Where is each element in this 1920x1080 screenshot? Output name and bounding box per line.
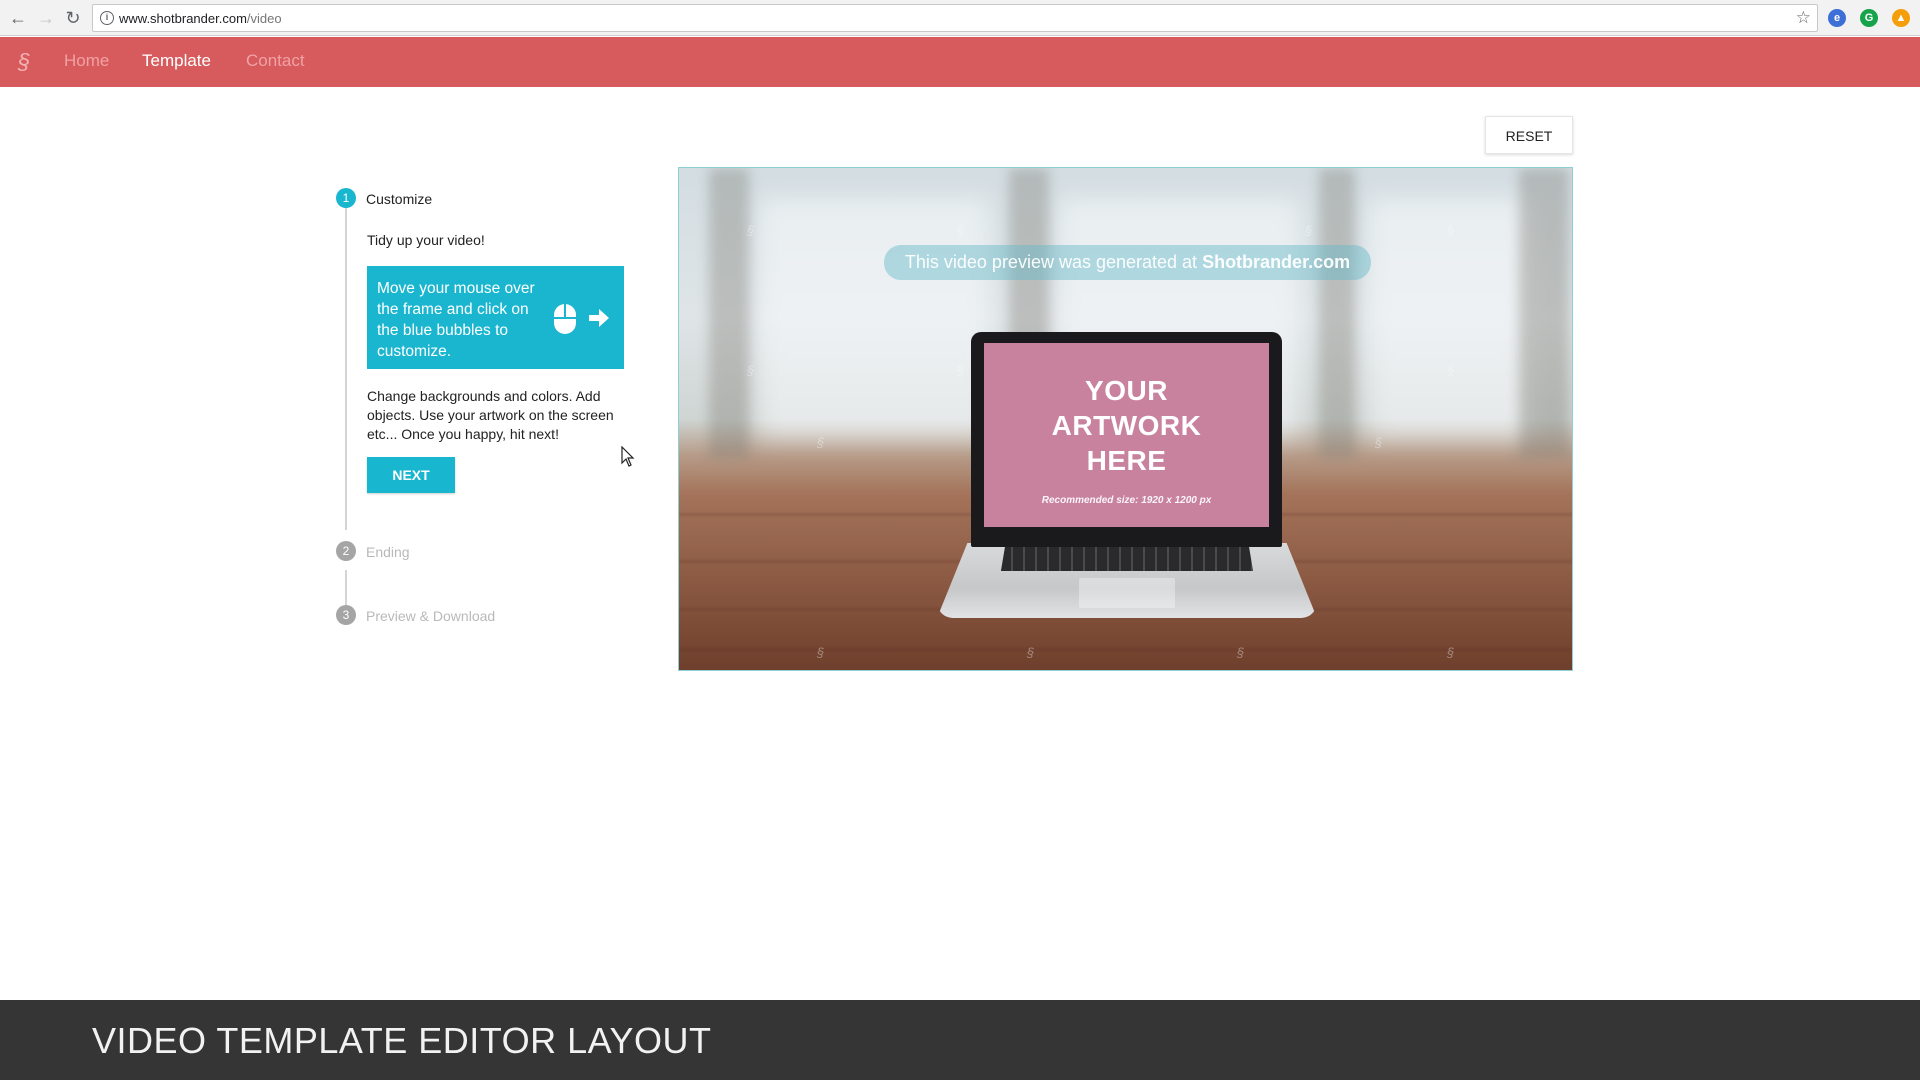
customize-hint-box: Move your mouse over the frame and click… — [367, 266, 624, 369]
artwork-line: HERE — [1086, 445, 1167, 476]
step-2-badge[interactable]: 2 — [336, 541, 356, 561]
video-preview-frame[interactable]: § § § § § § § § § § § § § This video pre… — [678, 167, 1573, 671]
back-arrow-icon[interactable]: ← — [6, 6, 30, 30]
preview-watermark: This video preview was generated at Shot… — [884, 245, 1371, 280]
background-pillar — [1519, 168, 1569, 458]
browser-toolbar: ← → ↻ i www.shotbrander.com/video ☆ e G … — [0, 0, 1920, 36]
nav-link-home[interactable]: Home — [64, 51, 109, 71]
mouse-cursor-icon — [621, 446, 635, 467]
watermark-brand: Shotbrander.com — [1202, 252, 1351, 272]
site-info-icon[interactable]: i — [100, 11, 114, 25]
watermark-glyph: § — [747, 223, 755, 238]
address-bar[interactable]: i www.shotbrander.com/video ☆ — [92, 4, 1818, 32]
star-icon[interactable]: ☆ — [1796, 8, 1811, 28]
url-text[interactable]: www.shotbrander.com/video — [119, 11, 282, 26]
watermark-glyph: § — [1027, 645, 1035, 660]
extension-orange-icon[interactable]: ▲ — [1892, 9, 1910, 27]
watermark-glyph: § — [817, 435, 825, 450]
mouse-icon — [554, 304, 576, 334]
step-3-title[interactable]: Preview & Download — [366, 608, 495, 624]
url-domain: www.shotbrander.com — [119, 11, 247, 26]
customize-hint-text: Move your mouse over the frame and click… — [377, 280, 535, 360]
watermark-glyph: § — [1447, 645, 1455, 660]
customize-intro: Tidy up your video! — [367, 232, 485, 248]
artwork-line: YOUR — [1085, 375, 1168, 406]
reload-icon[interactable]: ↻ — [61, 6, 85, 30]
customize-description: Change backgrounds and colors. Add objec… — [367, 388, 614, 442]
reset-button[interactable]: RESET — [1485, 116, 1573, 154]
watermark-glyph: § — [957, 223, 965, 238]
watermark-glyph: § — [1447, 363, 1455, 378]
background-pillar — [709, 168, 749, 458]
watermark-prefix: This video preview was generated at — [904, 252, 1203, 272]
next-button[interactable]: NEXT — [367, 457, 455, 493]
laptop-lid: YOUR ARTWORK HERE Recommended size: 1920… — [971, 332, 1282, 547]
step-1-title[interactable]: Customize — [366, 191, 432, 207]
background-pillar — [1319, 168, 1355, 458]
artwork-recommended-size: Recommended size: 1920 x 1200 px — [1041, 495, 1212, 506]
step-3-badge[interactable]: 3 — [336, 605, 356, 625]
nav-link-contact[interactable]: Contact — [246, 51, 305, 71]
nav-link-template[interactable]: Template — [142, 51, 211, 71]
arrow-right-icon — [589, 309, 609, 327]
site-logo[interactable]: § — [18, 49, 30, 75]
site-navbar: § Home Template Contact — [0, 37, 1920, 87]
footer-banner: VIDEO TEMPLATE EDITOR LAYOUT — [0, 1000, 1920, 1080]
watermark-glyph: § — [1375, 435, 1383, 450]
extension-icon[interactable]: e — [1828, 9, 1846, 27]
grammarly-icon[interactable]: G — [1860, 9, 1878, 27]
artwork-placeholder-text: YOUR ARTWORK HERE — [984, 373, 1269, 478]
watermark-glyph: § — [1305, 223, 1313, 238]
step-1-badge[interactable]: 1 — [336, 188, 356, 208]
url-path: /video — [246, 11, 282, 26]
watermark-glyph: § — [1237, 645, 1245, 660]
watermark-glyph: § — [817, 645, 825, 660]
laptop-trackpad — [1079, 578, 1175, 608]
artwork-placeholder[interactable]: YOUR ARTWORK HERE Recommended size: 1920… — [984, 343, 1269, 527]
table-grain — [679, 648, 1572, 651]
background-window — [759, 198, 989, 438]
watermark-glyph: § — [957, 363, 965, 378]
step-2-title[interactable]: Ending — [366, 544, 410, 560]
forward-arrow-icon[interactable]: → — [34, 6, 58, 30]
artwork-line: ARTWORK — [1051, 410, 1202, 441]
watermark-glyph: § — [1447, 223, 1455, 238]
footer-title: VIDEO TEMPLATE EDITOR LAYOUT — [92, 1020, 712, 1061]
step-connector — [345, 208, 347, 530]
watermark-glyph: § — [747, 363, 755, 378]
